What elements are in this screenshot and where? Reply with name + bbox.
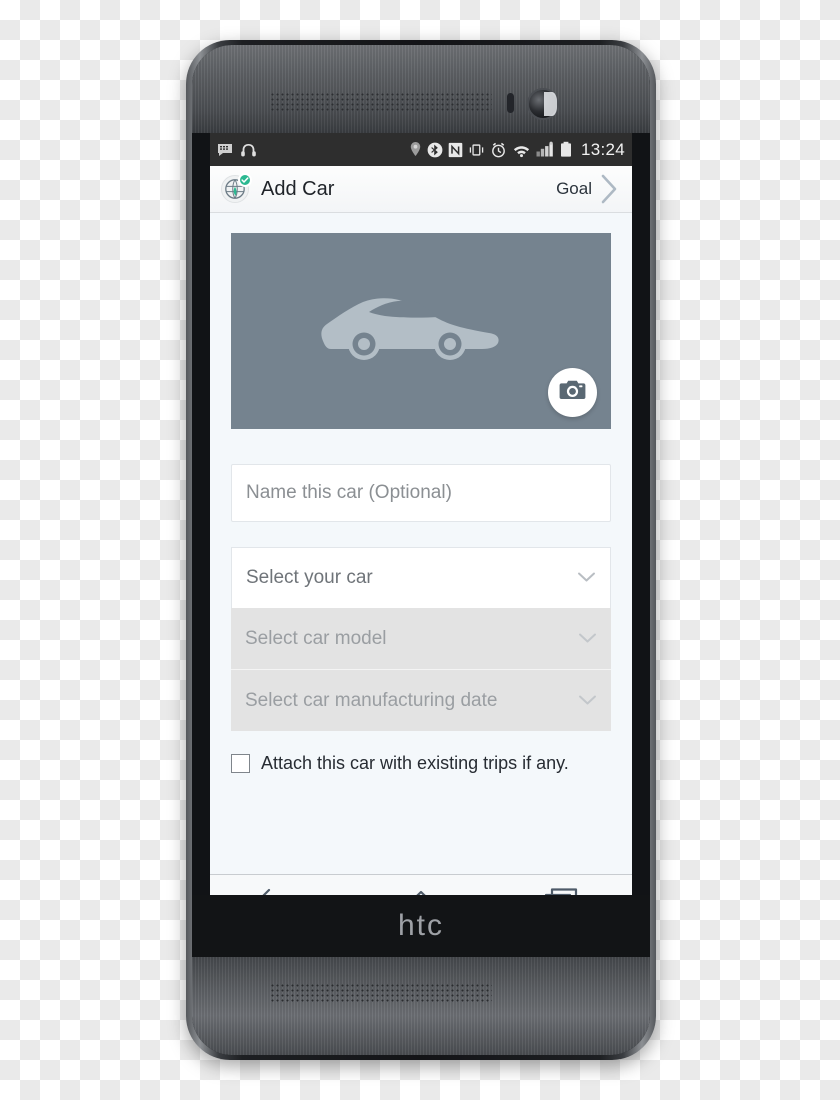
chevron-down-icon: [578, 690, 597, 712]
signal-bars-icon: [536, 141, 555, 158]
app-logo: [221, 173, 252, 204]
brand-logo: htc: [397, 909, 445, 942]
select-car-manufacturing-date-label: Select car manufacturing date: [245, 689, 498, 711]
bottom-speaker-grille: [270, 983, 492, 1003]
phone-chin: htc: [192, 895, 650, 957]
page-title: Add Car: [261, 177, 335, 200]
earpiece-speaker-grille: [270, 92, 492, 112]
car-photo-placeholder[interactable]: [231, 233, 611, 429]
select-your-car-dropdown[interactable]: Select your car: [231, 547, 611, 608]
phone-device: 13:24 Add Car Goal Name this car (Option…: [186, 40, 656, 1060]
nfc-icon: [448, 142, 463, 158]
attach-trips-checkbox[interactable]: [231, 754, 250, 773]
location-pin-icon: [409, 141, 422, 158]
chevron-right-icon[interactable]: [598, 172, 620, 206]
camera-button[interactable]: [548, 368, 597, 417]
headphones-icon: [240, 142, 257, 158]
check-badge: [238, 173, 252, 187]
car-silhouette-icon: [317, 289, 499, 368]
attach-trips-label: Attach this car with existing trips if a…: [261, 753, 569, 773]
select-car-model-label: Select car model: [245, 627, 387, 649]
phone-body: 13:24 Add Car Goal Name this car (Option…: [192, 45, 650, 1055]
chevron-down-icon: [578, 628, 597, 650]
phone-top-cap: [192, 45, 650, 133]
camera-icon: [559, 379, 586, 406]
app-header: Add Car Goal: [210, 166, 632, 213]
goal-action-label[interactable]: Goal: [556, 179, 592, 199]
phone-bottom-cap: [192, 957, 650, 1055]
car-name-placeholder: Name this car (Optional): [246, 482, 452, 503]
phone-screen: 13:24 Add Car Goal Name this car (Option…: [210, 133, 632, 927]
vibrate-icon: [468, 142, 485, 158]
chevron-down-icon: [577, 567, 596, 589]
status-bar: 13:24: [210, 133, 632, 166]
form-content: Name this car (Optional) Select your car…: [210, 213, 632, 774]
select-car-manufacturing-date-dropdown[interactable]: Select car manufacturing date: [231, 670, 611, 731]
wifi-icon: [512, 142, 531, 158]
car-name-input[interactable]: Name this car (Optional): [231, 464, 611, 522]
alarm-clock-icon: [490, 142, 507, 158]
select-car-model-dropdown[interactable]: Select car model: [231, 608, 611, 669]
proximity-sensor-icon: [507, 93, 514, 113]
bluetooth-icon: [427, 142, 443, 158]
battery-icon: [560, 141, 572, 158]
front-camera-lens: [527, 88, 559, 120]
select-your-car-label: Select your car: [246, 567, 373, 588]
car-select-group: Select your car Select car model Select …: [231, 547, 611, 731]
attach-trips-row[interactable]: Attach this car with existing trips if a…: [231, 753, 611, 774]
status-bar-clock: 13:24: [580, 139, 625, 159]
message-icon: [217, 143, 233, 157]
